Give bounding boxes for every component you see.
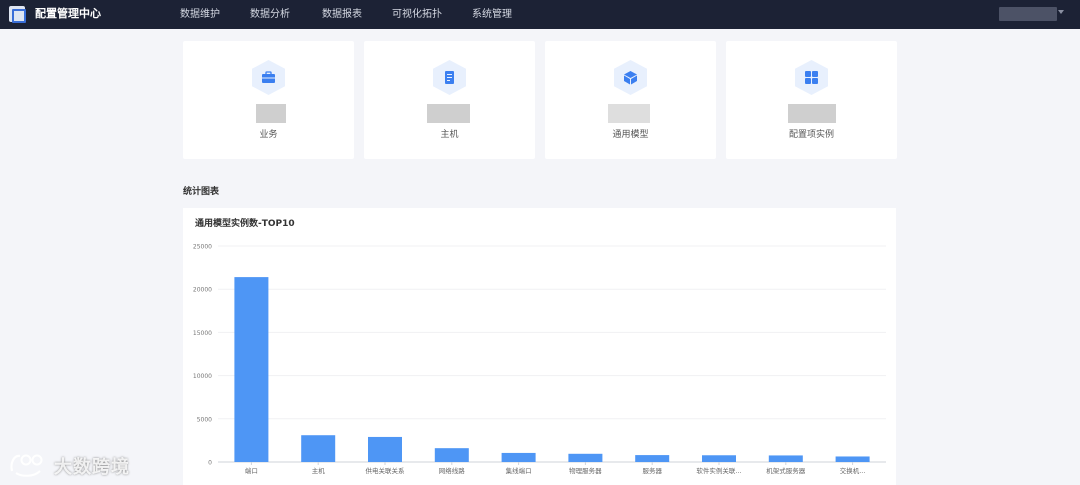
bar xyxy=(368,436,402,462)
nav-item-visual-topology[interactable]: 可视化拓扑 xyxy=(392,0,442,29)
x-tick-label: 物理服务器 xyxy=(569,466,602,475)
x-tick-label: 主机 xyxy=(312,466,326,475)
app-title: 配置管理中心 xyxy=(35,7,101,20)
bar xyxy=(635,455,670,462)
x-tick-label: 集线端口 xyxy=(506,466,532,475)
redacted-value xyxy=(788,104,836,123)
x-tick-label: 机架式服务器 xyxy=(766,466,806,475)
bar xyxy=(768,455,803,462)
nav-item-system-management[interactable]: 系统管理 xyxy=(472,0,512,29)
card-label: 配置项实例 xyxy=(788,130,834,140)
y-tick-label: 10000 xyxy=(193,373,212,380)
main-nav: 数据维护 数据分析 数据报表 可视化拓扑 系统管理 xyxy=(180,0,542,29)
summary-card-ci-instance[interactable]: 配置项实例 xyxy=(726,41,897,159)
nav-item-data-analysis[interactable]: 数据分析 xyxy=(250,0,290,29)
summary-card-host[interactable]: 主机 xyxy=(364,41,535,159)
watermark-logo-icon xyxy=(10,454,43,477)
x-tick-label: 网络线路 xyxy=(439,466,466,475)
chart-panel: 通用模型实例数-TOP10 25000 20000 15000 10000 5000 0 端… xyxy=(183,208,896,485)
y-tick-label: 20000 xyxy=(193,287,212,294)
cube-icon xyxy=(614,60,647,95)
x-tick-label: 供电关联关系 xyxy=(366,466,406,475)
summary-card-business[interactable]: 业务 xyxy=(183,41,354,159)
x-tick-label: 端口 xyxy=(245,466,258,475)
y-tick-label: 25000 xyxy=(193,244,212,251)
bar xyxy=(234,277,269,462)
card-label: 通用模型 xyxy=(612,130,649,140)
bar xyxy=(702,455,736,462)
redacted-value xyxy=(427,104,470,123)
x-tick-label: 软件实例关联... xyxy=(696,466,741,475)
app-logo[interactable] xyxy=(9,6,26,23)
bar xyxy=(568,453,603,462)
bar xyxy=(501,452,536,462)
briefcase-icon xyxy=(252,60,285,95)
bar xyxy=(835,456,870,462)
redacted-value xyxy=(608,104,650,123)
watermark-text: 大数跨境 xyxy=(54,457,130,478)
summary-card-general-model[interactable]: 通用模型 xyxy=(545,41,716,159)
bar xyxy=(434,448,469,462)
x-tick-label: 服务器 xyxy=(642,466,662,475)
card-label: 主机 xyxy=(440,130,459,140)
nav-item-data-maintenance[interactable]: 数据维护 xyxy=(180,0,220,29)
x-tick-label: 交换机... xyxy=(840,466,866,475)
watermark: 大数跨境 xyxy=(8,451,148,479)
nav-item-data-reports[interactable]: 数据报表 xyxy=(322,0,362,29)
y-tick-label: 5000 xyxy=(197,416,212,423)
user-menu[interactable] xyxy=(999,7,1057,21)
grid-icon xyxy=(795,60,828,95)
y-tick-label: 15000 xyxy=(193,330,212,337)
y-tick-label: 0 xyxy=(208,460,212,467)
bar-chart: 25000 20000 15000 10000 5000 0 端口 主机 供电关联关系 网络线路 集… xyxy=(193,244,886,475)
document-icon xyxy=(433,60,466,95)
bar xyxy=(301,435,336,462)
top-navigation-bar: 配置管理中心 数据维护 数据分析 数据报表 可视化拓扑 系统管理 xyxy=(0,0,1080,29)
card-label: 业务 xyxy=(259,130,278,140)
chevron-down-icon[interactable] xyxy=(1058,10,1064,14)
section-title: 统计图表 xyxy=(183,187,220,197)
redacted-value xyxy=(256,104,286,123)
